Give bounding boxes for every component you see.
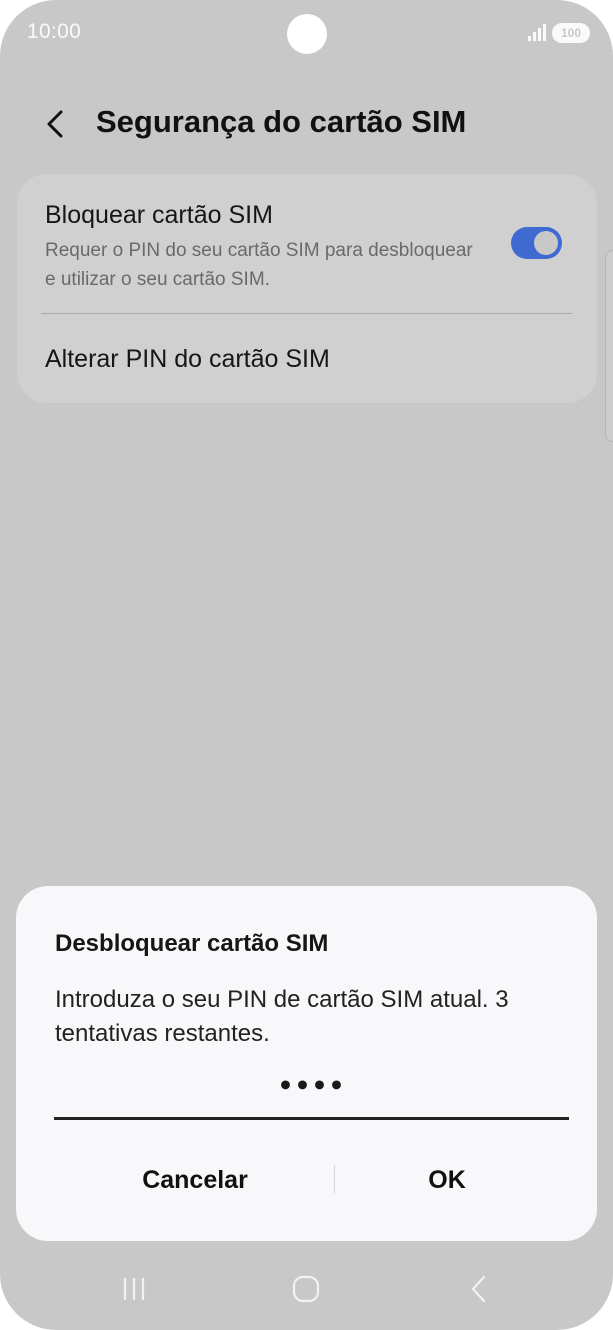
settings-card: Bloquear cartão SIM Requer o PIN do seu … [17, 174, 597, 403]
unlock-sim-dialog: Desbloquear cartão SIM Introduza o seu P… [16, 886, 597, 1241]
home-button[interactable] [281, 1267, 331, 1311]
battery-icon: 100 [552, 23, 590, 43]
lock-sim-row[interactable]: Bloquear cartão SIM Requer o PIN do seu … [17, 174, 597, 314]
dialog-message: Introduza o seu PIN de cartão SIM atual.… [55, 986, 509, 1047]
lock-sim-title: Bloquear cartão SIM [45, 201, 273, 229]
page-header: Segurança do cartão SIM [0, 92, 613, 156]
cancel-button[interactable]: Cancelar [70, 1148, 320, 1212]
phone-screen: 10:00 100 Segurança do cartão SIM Bloque… [0, 0, 613, 1330]
status-time: 10:00 [27, 20, 82, 43]
chevron-left-icon [47, 110, 63, 138]
toggle-knob [534, 231, 558, 255]
status-bar: 10:00 100 [0, 0, 613, 66]
lock-sim-description: Requer o PIN do seu cartão SIM para desb… [45, 240, 473, 290]
side-button-edge [605, 250, 613, 442]
change-pin-label: Alterar PIN do cartão SIM [45, 345, 330, 373]
navigation-bar [0, 1255, 613, 1325]
change-pin-row[interactable]: Alterar PIN do cartão SIM [17, 314, 597, 403]
recent-apps-icon [123, 1278, 145, 1300]
home-icon [292, 1275, 320, 1303]
signal-icon [528, 24, 546, 41]
ok-button[interactable]: OK [322, 1148, 572, 1212]
lock-sim-toggle[interactable] [511, 227, 562, 259]
recent-apps-button[interactable] [109, 1267, 159, 1311]
nav-back-button[interactable] [453, 1267, 503, 1311]
page-title: Segurança do cartão SIM [96, 104, 467, 139]
back-button[interactable] [34, 102, 78, 146]
dialog-title: Desbloquear cartão SIM [55, 930, 329, 957]
back-icon [471, 1275, 486, 1303]
pin-input[interactable] [54, 1068, 569, 1120]
front-camera [287, 14, 327, 54]
